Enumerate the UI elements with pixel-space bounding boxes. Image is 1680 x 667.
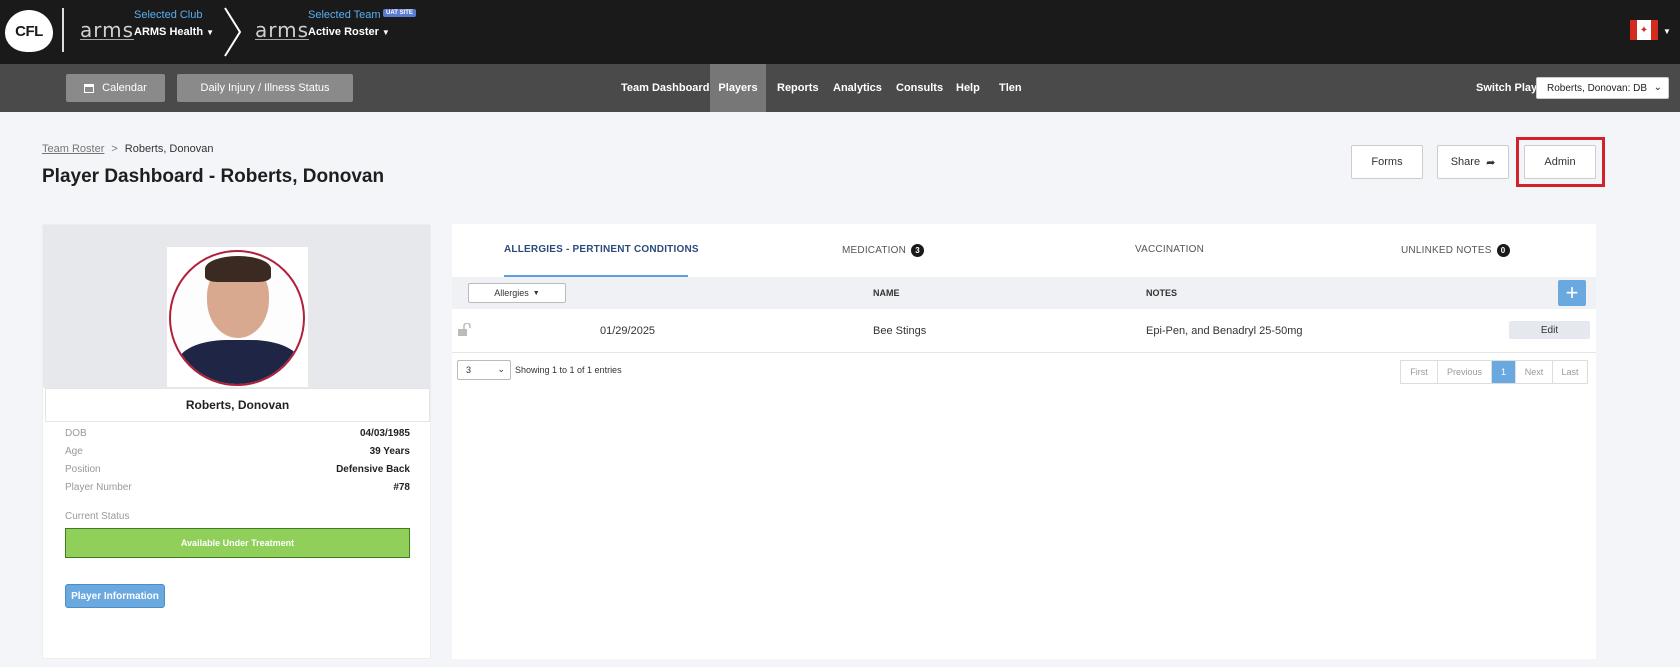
pagination: First Previous 1 Next Last — [1400, 360, 1588, 384]
canada-flag-icon[interactable]: ✦ — [1630, 20, 1658, 40]
edit-button[interactable]: Edit — [1509, 321, 1590, 339]
nav-reports[interactable]: Reports — [777, 64, 819, 112]
share-button[interactable]: Share ➦ — [1437, 145, 1509, 179]
tab-medication[interactable]: MEDICATION 3 — [842, 244, 925, 257]
player-name: Roberts, Donovan — [45, 388, 430, 422]
chevron-down-icon: ⌄ — [497, 364, 505, 374]
top-bar: CFL arms Selected Club ARMS Health ▼ arms… — [0, 0, 1680, 64]
arms-club-logo: arms — [80, 18, 135, 42]
nav-consults[interactable]: Consults — [896, 64, 943, 112]
pager-next[interactable]: Next — [1516, 361, 1553, 383]
player-photo — [167, 247, 308, 387]
selected-club-dropdown[interactable]: ARMS Health ▼ — [134, 26, 214, 38]
chevron-right-icon — [224, 7, 242, 57]
switch-player-select[interactable]: Roberts, Donovan: DB ⌄ — [1536, 77, 1669, 99]
position-label: Position — [65, 464, 101, 475]
column-header-notes[interactable]: NOTES — [1146, 288, 1177, 298]
chevron-down-icon: ⌄ — [1653, 82, 1662, 93]
player-number-label: Player Number — [65, 482, 132, 493]
row-notes: Epi-Pen, and Benadryl 25-50mg — [1146, 325, 1303, 337]
add-button[interactable]: + — [1558, 280, 1586, 306]
breadcrumb-current: Roberts, Donovan — [124, 143, 214, 155]
row-date: 01/29/2025 — [600, 325, 656, 337]
row-name: Bee Stings — [873, 325, 927, 337]
calendar-button[interactable]: Calendar — [66, 74, 165, 102]
dob-label: DOB — [65, 428, 87, 439]
tab-vaccination[interactable]: VACCINATION — [1135, 244, 1204, 255]
caret-down-icon: ▼ — [381, 28, 390, 37]
table-row: 01/29/2025 Bee Stings Epi-Pen, and Benad… — [452, 309, 1596, 353]
pager-current-page[interactable]: 1 — [1492, 361, 1516, 383]
breadcrumb: Team Roster > Roberts, Donovan — [42, 143, 214, 155]
entries-info: Showing 1 to 1 of 1 entries — [515, 365, 622, 375]
share-arrow-icon: ➦ — [1486, 156, 1496, 169]
allergies-filter-dropdown[interactable]: Allergies ▼ — [468, 283, 566, 303]
column-header-name[interactable]: NAME — [873, 288, 900, 298]
caret-down-icon: ▼ — [206, 28, 214, 37]
caret-down-icon[interactable]: ▼ — [1663, 27, 1671, 36]
calendar-icon — [84, 83, 95, 93]
page-size-select[interactable]: 3 ⌄ — [457, 360, 511, 380]
player-information-button[interactable]: Player Information — [65, 584, 165, 608]
nav-team-dashboard[interactable]: Team Dashboard — [621, 64, 709, 112]
caret-down-icon: ▼ — [532, 289, 540, 297]
logo-divider — [62, 8, 64, 52]
age-value: 39 Years — [369, 446, 410, 457]
tab-unlinked-notes[interactable]: UNLINKED NOTES 0 — [1401, 244, 1510, 257]
player-number-value: #78 — [393, 482, 410, 493]
cfl-logo[interactable]: CFL — [5, 10, 53, 52]
nav-analytics[interactable]: Analytics — [833, 64, 882, 112]
breadcrumb-team-roster[interactable]: Team Roster — [42, 143, 104, 155]
selected-club-label: Selected Club — [134, 9, 203, 21]
daily-injury-status-button[interactable]: Daily Injury / Illness Status — [177, 74, 353, 102]
forms-button[interactable]: Forms — [1351, 145, 1423, 179]
dob-value: 04/03/1985 — [359, 428, 410, 439]
nav-players[interactable]: Players — [710, 64, 766, 112]
pager-last[interactable]: Last — [1553, 361, 1587, 383]
unlinked-notes-count-badge: 0 — [1496, 244, 1510, 257]
pager-first[interactable]: First — [1401, 361, 1438, 383]
age-label: Age — [65, 446, 83, 457]
position-value: Defensive Back — [336, 464, 410, 475]
nav-help[interactable]: Help — [956, 64, 980, 112]
admin-highlight-box — [1516, 137, 1605, 187]
pager-previous[interactable]: Previous — [1438, 361, 1492, 383]
uat-site-badge: UAT SITE — [383, 9, 416, 17]
status-badge: Available Under Treatment — [65, 528, 410, 558]
medication-count-badge: 3 — [911, 244, 925, 257]
unlock-icon[interactable] — [458, 323, 472, 337]
nav-tlen[interactable]: Tlen — [999, 64, 1022, 112]
arms-team-logo: arms — [255, 18, 310, 42]
selected-team-dropdown[interactable]: Active Roster ▼ — [308, 26, 390, 38]
current-status-label: Current Status — [65, 511, 130, 522]
nav-bar: Calendar Daily Injury / Illness Status T… — [0, 64, 1680, 112]
player-card: Roberts, Donovan DOB 04/03/1985 Age 39 Y… — [42, 224, 431, 659]
table-header: Allergies ▼ NAME NOTES + — [452, 277, 1596, 309]
selected-team-label: Selected Team — [308, 9, 381, 21]
tab-allergies[interactable]: ALLERGIES - PERTINENT CONDITIONS — [504, 244, 699, 255]
page-title: Player Dashboard - Roberts, Donovan — [42, 166, 385, 187]
plus-icon: + — [1565, 280, 1579, 305]
conditions-panel: ALLERGIES - PERTINENT CONDITIONS MEDICAT… — [452, 224, 1596, 659]
